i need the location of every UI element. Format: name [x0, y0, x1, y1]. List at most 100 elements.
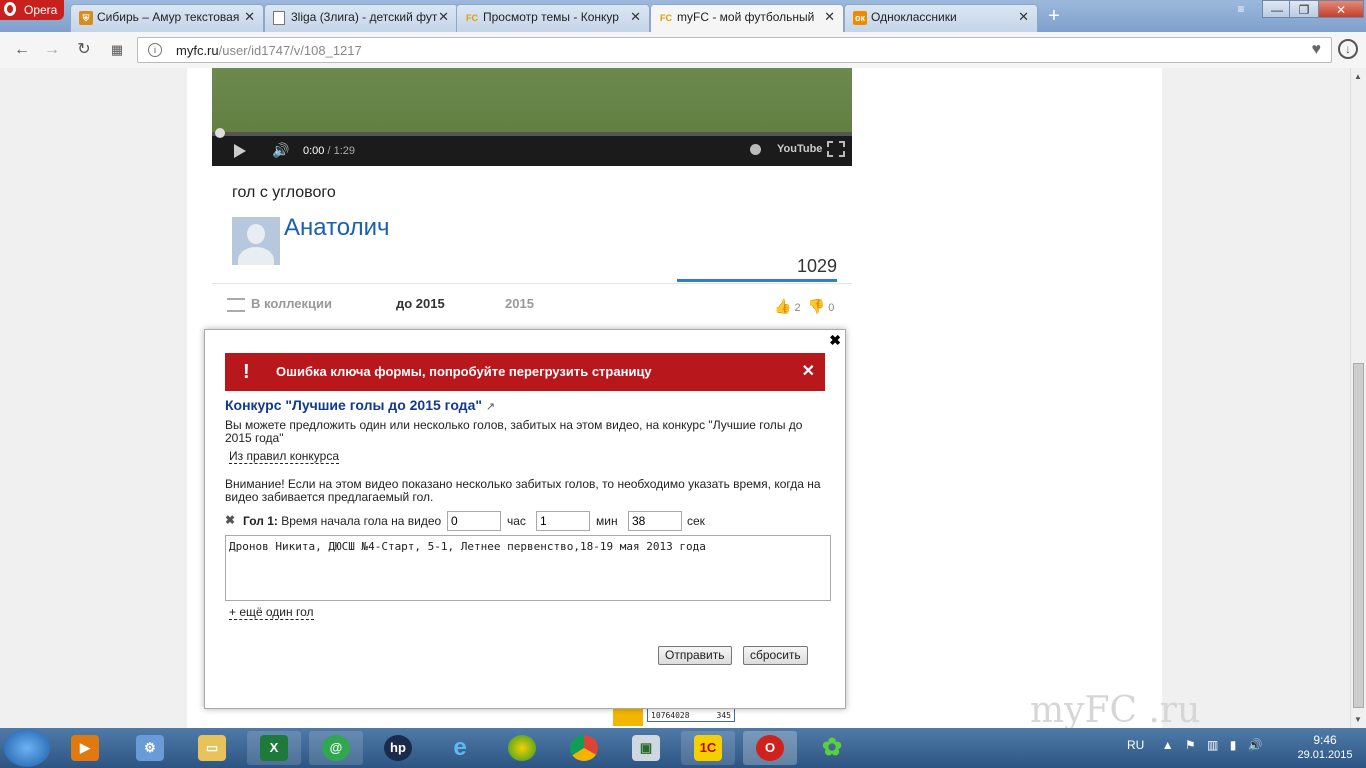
reset-button[interactable]: сбросить	[743, 646, 808, 665]
address-toolbar: ← → ↻ ▦ i myfc.ru/user/id1747/v/108_1217…	[0, 32, 1366, 69]
close-window-button[interactable]: ✕	[1318, 0, 1364, 18]
volume-tray-icon[interactable]: 🔊	[1248, 738, 1263, 752]
liveinternet-counter[interactable]: 10764028 345	[613, 706, 737, 726]
back-button[interactable]: ←	[12, 40, 32, 60]
minutes-input[interactable]	[536, 511, 590, 531]
submit-button[interactable]: Отправить	[658, 646, 732, 665]
tab-myfc[interactable]: FC myFC - мой футбольный ✕	[650, 4, 844, 32]
taskbar-hp[interactable]: hp	[371, 731, 425, 765]
speed-dial-icon[interactable]: ▦	[107, 40, 127, 60]
play-icon[interactable]	[234, 144, 246, 158]
opera-icon: O	[756, 735, 784, 761]
avatar-head	[247, 224, 265, 244]
show-hidden-icons-icon[interactable]: ▲	[1162, 738, 1174, 752]
goal-row: ✖ Гол 1: Время начала гола на видео час …	[225, 511, 825, 531]
system-clock[interactable]: 9:46 29.01.2015	[1290, 733, 1360, 763]
close-icon[interactable]: ✕	[824, 5, 835, 29]
scroll-thumb[interactable]	[1353, 363, 1364, 708]
goal-label-text: Время начала гола на видео	[281, 514, 442, 528]
modal-close-icon[interactable]: ✖	[829, 332, 841, 349]
warning-text: Внимание! Если на этом видео показано не…	[225, 477, 821, 504]
goal-description-textarea[interactable]: Дронов Никита, ДЮСШ №4-Старт, 5-1, Летне…	[225, 535, 831, 601]
avatar[interactable]	[232, 217, 280, 265]
video-progress-bar[interactable]	[212, 128, 852, 138]
maximize-button[interactable]: ❐	[1289, 0, 1319, 18]
site-info-icon[interactable]: i	[148, 43, 162, 57]
video-scrubber-handle[interactable]	[215, 128, 225, 138]
thumbs-up-icon[interactable]: 👍	[774, 298, 791, 314]
video-player[interactable]: 🔊 0:00 / 1:29 YouTube	[212, 68, 852, 166]
close-icon[interactable]: ✕	[1018, 5, 1029, 29]
close-icon[interactable]: ✕	[244, 5, 255, 29]
watch-later-icon[interactable]	[750, 144, 761, 155]
address-bar[interactable]: i myfc.ru/user/id1747/v/108_1217 ♥	[137, 37, 1332, 63]
goal-label: Гол 1: Время начала гола на видео	[243, 514, 441, 528]
download-icon[interactable]: ↓	[1338, 39, 1358, 59]
bookmark-heart-icon[interactable]: ♥	[1312, 41, 1322, 59]
close-icon[interactable]: ✕	[630, 5, 641, 29]
scroll-down-icon[interactable]: ▼	[1354, 715, 1362, 724]
tab-2015[interactable]: 2015	[505, 296, 534, 311]
exclamation-icon: !	[243, 361, 250, 383]
minimize-button[interactable]: —	[1262, 0, 1292, 18]
tab-collection[interactable]: В коллекции	[227, 296, 332, 312]
page-scrollbar[interactable]: ▲ ▼	[1350, 68, 1366, 728]
fullscreen-icon[interactable]	[827, 141, 845, 157]
reload-button[interactable]: ↻	[74, 40, 94, 60]
hours-input[interactable]	[447, 511, 501, 531]
counter-value: 10764028	[651, 711, 690, 720]
thumbs-down-icon[interactable]: 👎	[808, 298, 825, 314]
chrome-icon	[570, 735, 598, 761]
scroll-up-icon[interactable]: ▲	[1354, 72, 1362, 81]
start-button[interactable]	[4, 729, 50, 767]
fc-logo-icon: FC	[466, 13, 478, 23]
taskbar-explorer[interactable]: ▭	[185, 731, 239, 765]
error-close-icon[interactable]: ✕	[802, 353, 815, 391]
taskbar-icq[interactable]: ✿	[805, 731, 859, 765]
taskbar-media-player[interactable]: ▶	[58, 731, 112, 765]
opera-menu-button[interactable]: Opera	[0, 0, 64, 20]
opera-logo-icon	[4, 2, 16, 16]
tab-forum[interactable]: FC Просмотр темы - Конкур ✕	[456, 4, 650, 32]
tab-odnoklassniki[interactable]: ок Одноклассники ✕	[844, 4, 1038, 32]
shield-icon: ⛨	[79, 11, 93, 25]
taskbar-ie[interactable]: e	[433, 731, 487, 765]
taskbar-opera[interactable]: O	[743, 731, 797, 765]
rules-link[interactable]: Из правил конкурса	[229, 449, 340, 464]
taskbar-control-panel[interactable]: ⚙	[123, 731, 177, 765]
monitor-icon: ▣	[632, 735, 660, 761]
author-link[interactable]: Анатолич	[284, 214, 390, 242]
taskbar-excel[interactable]: X	[247, 731, 301, 765]
hp-icon: hp	[384, 735, 412, 761]
volume-icon[interactable]: 🔊	[272, 142, 289, 159]
contest-description: Вы можете предложить один или несколько …	[225, 418, 803, 445]
flag-icon[interactable]: ⚑	[1185, 738, 1196, 752]
minutes-unit: мин	[596, 514, 618, 528]
language-indicator[interactable]: RU	[1127, 738, 1144, 752]
network-icon[interactable]: ▥	[1207, 738, 1218, 752]
tab-menu-icon[interactable]: ≡	[1226, 0, 1256, 18]
remove-goal-icon[interactable]: ✖	[225, 513, 235, 527]
youtube-logo[interactable]: YouTube	[777, 143, 822, 155]
tab-sibir[interactable]: ⛨ Сибирь – Амур текстовая ✕	[70, 4, 264, 32]
app-ball-icon	[508, 735, 536, 761]
add-goal-link[interactable]: + ещё один гол	[229, 605, 314, 620]
taskbar-mail-agent[interactable]: @	[309, 731, 363, 765]
taskbar-chrome[interactable]	[557, 731, 611, 765]
clock-time: 9:46	[1313, 733, 1337, 747]
counter-logo-icon	[613, 706, 643, 726]
seconds-input[interactable]	[628, 511, 682, 531]
tab-before-2015[interactable]: до 2015	[396, 296, 445, 311]
new-tab-button[interactable]: +	[1044, 4, 1064, 28]
taskbar-app-ball[interactable]	[495, 731, 549, 765]
contest-title[interactable]: Конкурс "Лучшие голы до 2015 года" ↗	[225, 397, 495, 413]
tab-3liga[interactable]: 3liga (3лига) - детский фут ✕	[264, 4, 458, 32]
taskbar-monitor-app[interactable]: ▣	[619, 731, 673, 765]
close-icon[interactable]: ✕	[438, 5, 449, 29]
opera-menu-label: Opera	[24, 3, 58, 17]
taskbar-1c[interactable]: 1С	[681, 731, 735, 765]
forward-button[interactable]: →	[42, 40, 62, 60]
power-icon[interactable]: ▮	[1230, 738, 1237, 752]
counter-box: 10764028 345	[647, 708, 735, 722]
video-time: 0:00 / 1:29	[303, 145, 355, 157]
